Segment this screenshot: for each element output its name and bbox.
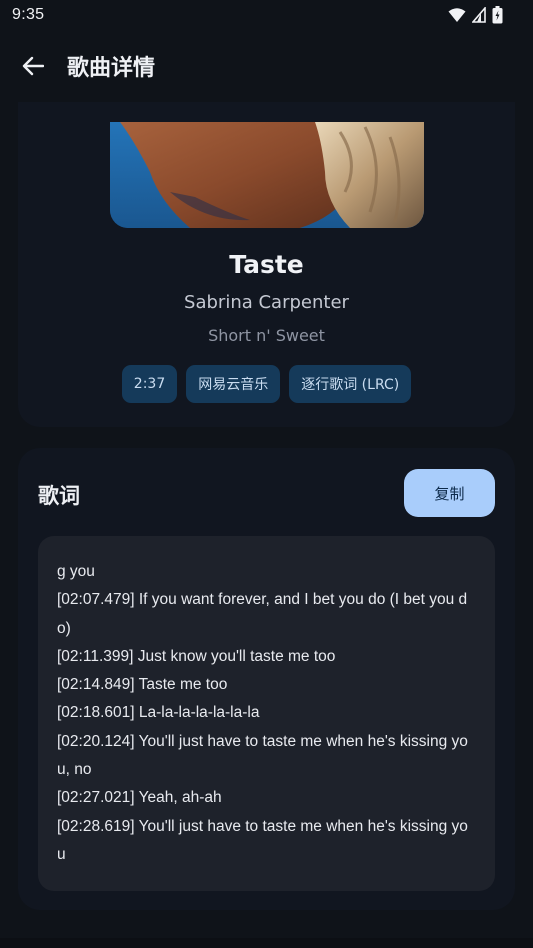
page-title: 歌曲详情 [67,56,156,81]
lyric-line: [02:28.619] You'll just have to taste me… [57,817,468,863]
signal-icon [472,7,486,23]
source-chip: 网易云音乐 [186,365,281,403]
navigation-bar [0,938,533,948]
status-icons [448,6,503,24]
status-time: 9:35 [12,6,45,23]
duration-chip: 2:37 [121,365,178,403]
song-artist: Sabrina Carpenter [184,292,349,313]
lyric-line: [02:11.399] Just know you'll taste me to… [57,647,336,665]
lyric-line: g you [57,563,95,580]
wifi-icon [448,8,466,22]
lyric-line: [02:07.479] If you want forever, and I b… [57,591,468,637]
album-cover-art [110,122,424,228]
lyric-line: [02:14.849] Taste me too [57,676,228,694]
battery-icon [492,6,503,24]
back-button[interactable] [11,44,55,88]
song-album: Short n' Sweet [208,326,325,345]
copy-button[interactable]: 复制 [404,469,495,517]
lyrics-heading: 歌词 [38,484,80,508]
lyric-type-chip: 逐行歌词 (LRC) [289,365,412,403]
lyrics-text-box[interactable]: g you [02:07.479] If you want forever, a… [38,536,495,891]
song-title: Taste [229,250,304,279]
song-chips: 2:37 网易云音乐 逐行歌词 (LRC) [0,365,533,403]
status-bar: 9:35 [0,0,533,30]
lyric-line: [02:18.601] La-la-la-la-la-la-la [57,704,260,722]
album-cover [110,122,424,228]
app-bar: 歌曲详情 [0,30,533,102]
lyric-line: [02:20.124] You'll just have to taste me… [57,732,468,779]
arrow-left-icon [22,56,44,76]
lyric-line: [02:27.021] Yeah, ah-ah [57,789,222,807]
